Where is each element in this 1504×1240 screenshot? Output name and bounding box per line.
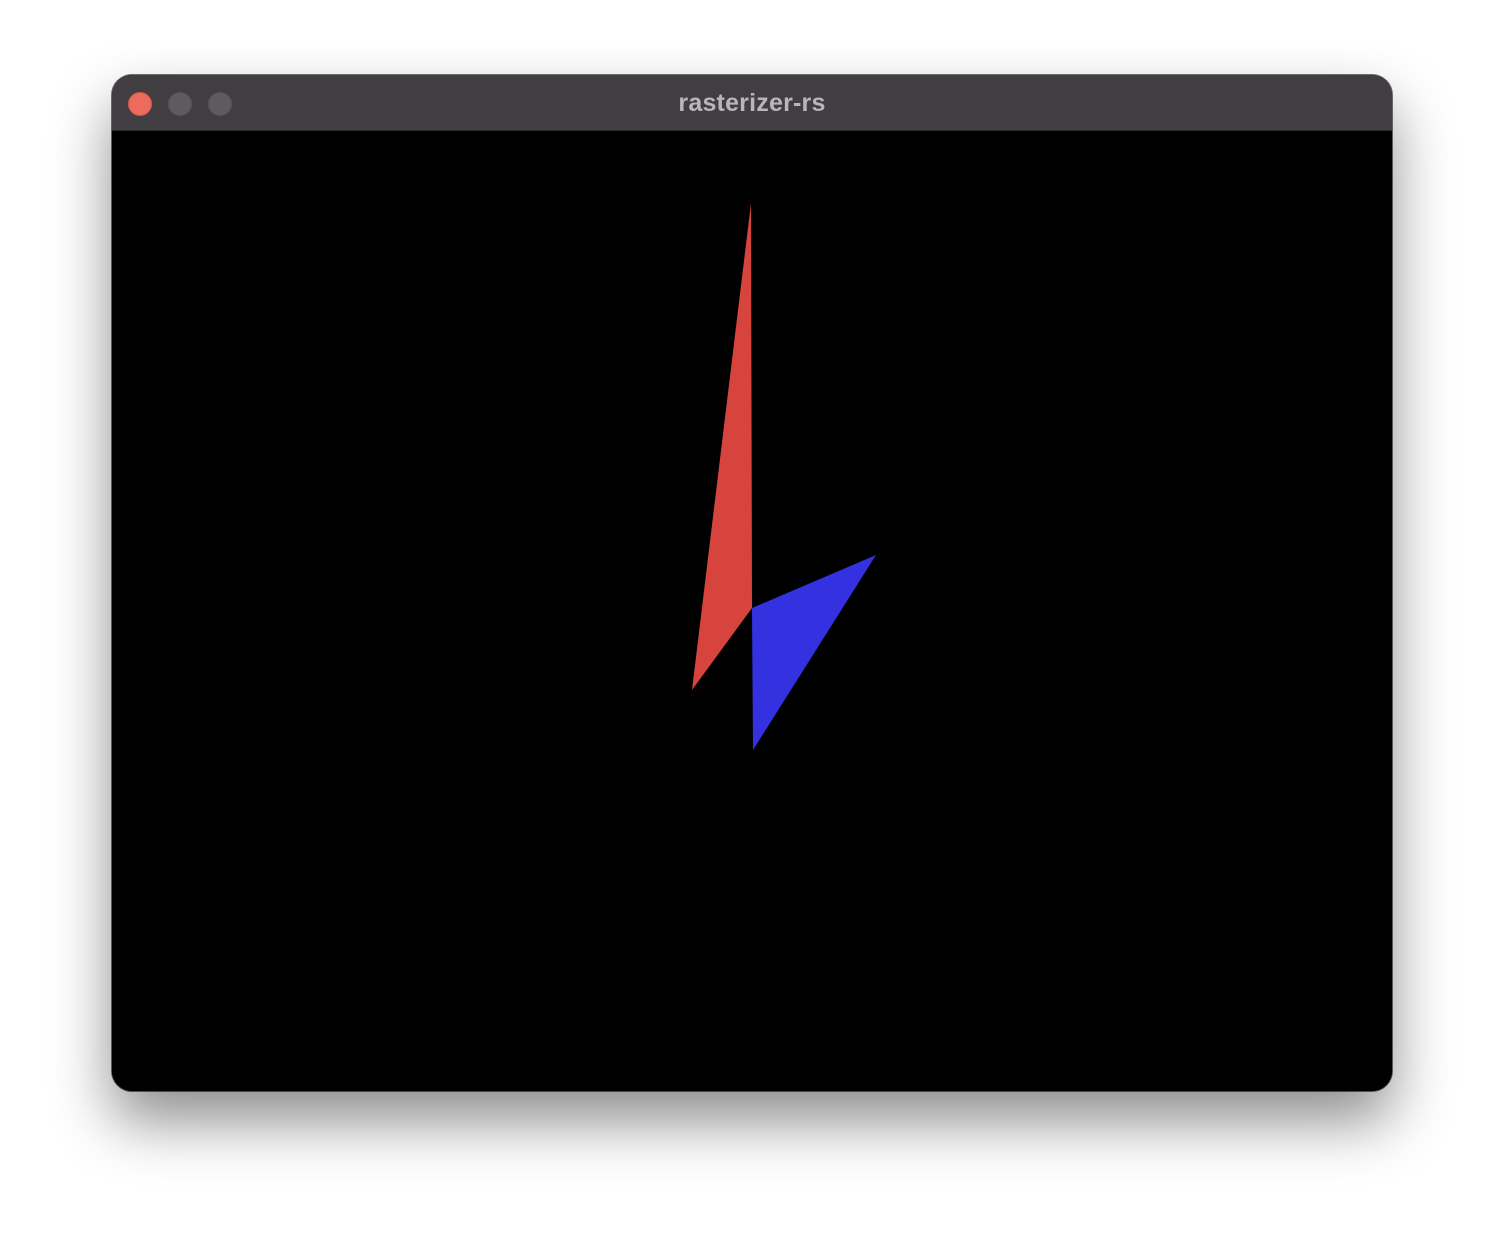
render-canvas xyxy=(112,131,1392,1091)
title-bar[interactable]: rasterizer-rs xyxy=(112,75,1392,131)
render-surface xyxy=(112,131,1392,1091)
app-window: rasterizer-rs xyxy=(112,75,1392,1091)
canvas-background xyxy=(112,131,1392,1091)
window-title: rasterizer-rs xyxy=(678,89,826,117)
